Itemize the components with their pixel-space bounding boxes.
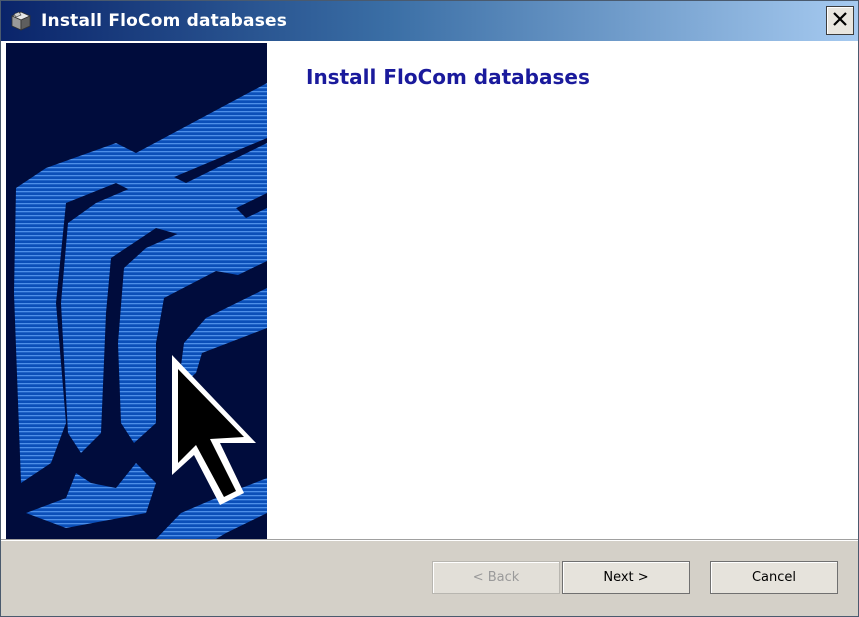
page-heading: Install FloCom databases <box>306 65 590 89</box>
window-title: Install FloCom databases <box>41 11 288 31</box>
close-icon <box>832 11 848 31</box>
close-button[interactable] <box>826 6 854 35</box>
cancel-button[interactable]: Cancel <box>710 561 838 594</box>
wizard-footer: < Back Next > Cancel <box>1 541 858 616</box>
title-bar[interactable]: Install FloCom databases <box>1 1 858 41</box>
next-button[interactable]: Next > <box>562 561 690 594</box>
installer-box-icon <box>10 10 32 32</box>
back-button[interactable]: < Back <box>432 561 560 594</box>
installer-window: Install FloCom databases Install FloCom … <box>0 0 859 617</box>
wizard-banner-image <box>6 43 267 539</box>
wizard-content: Install FloCom databases <box>1 41 858 539</box>
